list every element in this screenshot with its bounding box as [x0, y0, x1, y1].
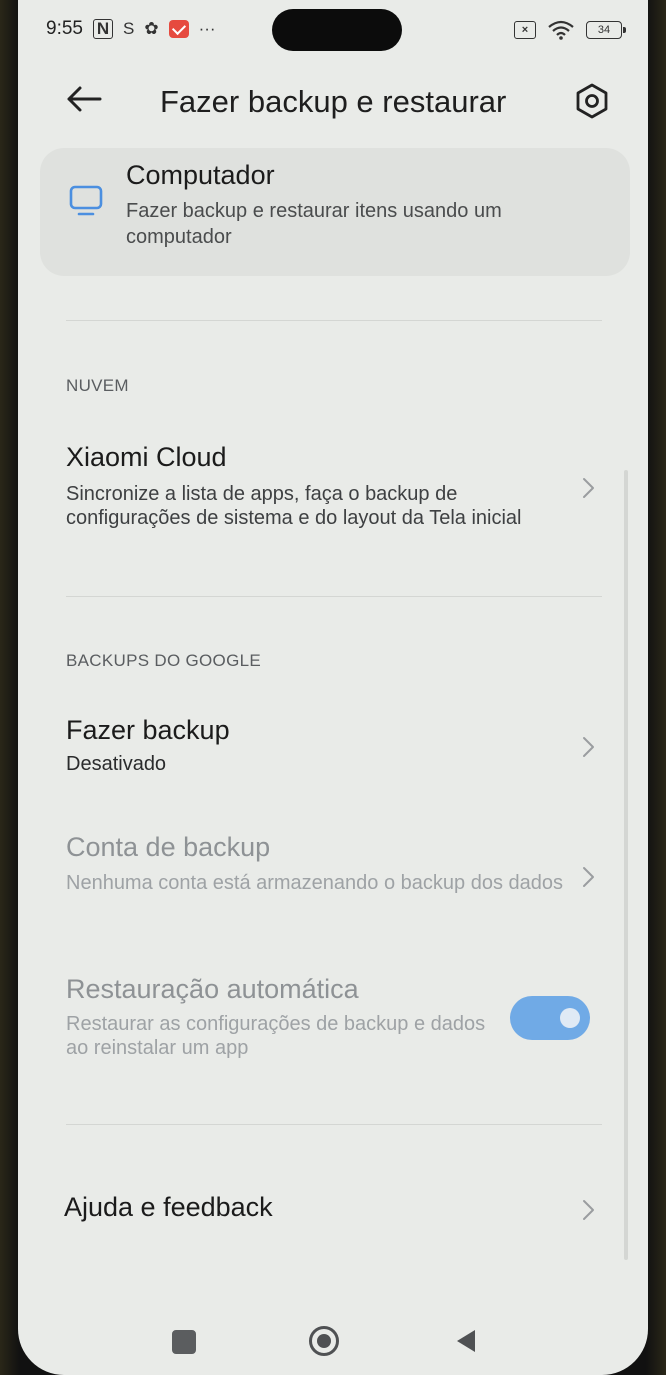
- auto-restore-toggle[interactable]: [510, 996, 590, 1040]
- chevron-right-icon: [583, 867, 594, 887]
- app-header: Fazer backup e restaurar: [18, 70, 648, 136]
- back-arrow-icon[interactable]: [64, 84, 104, 114]
- restauracao-automatica-title: Restauração automática: [66, 974, 359, 1004]
- fazer-backup-title: Fazer backup: [66, 715, 230, 745]
- xiaomi-cloud-title: Xiaomi Cloud: [66, 442, 227, 472]
- s-icon: S: [122, 19, 135, 38]
- chevron-right-icon: [583, 478, 594, 498]
- more-notifications-icon: ···: [198, 19, 216, 38]
- nav-back-triangle-icon[interactable]: [454, 1328, 478, 1354]
- divider: [66, 320, 602, 321]
- battery-icon: 34: [586, 21, 626, 39]
- status-bar-right: × 34: [514, 20, 626, 40]
- toggle-knob: [560, 1008, 580, 1028]
- restauracao-automatica-subtitle: Restaurar as configurações de backup e d…: [66, 1013, 486, 1059]
- camera-cutout: [272, 9, 402, 51]
- home-circle-icon[interactable]: [308, 1325, 340, 1357]
- fazer-backup-status: Desativado: [66, 753, 167, 775]
- sim-icon: ×: [514, 21, 536, 39]
- screen: 9:55 N S ✿ ··· × 34 Fazer backup e resta…: [18, 0, 648, 1375]
- xiaomi-cloud-subtitle: Sincronize a lista de apps, faça o backu…: [66, 483, 522, 529]
- computer-backup-card[interactable]: Computador Fazer backup e restaurar iten…: [40, 148, 630, 276]
- status-time: 9:55: [46, 18, 83, 39]
- conta-backup-subtitle: Nenhuma conta está armazenando o backup …: [66, 872, 564, 894]
- status-bar-left: 9:55 N S ✿ ···: [46, 18, 216, 40]
- section-label-cloud: NUVEM: [66, 376, 129, 395]
- phone-frame: 9:55 N S ✿ ··· × 34 Fazer backup e resta…: [0, 0, 666, 1375]
- page-title: Fazer backup e restaurar: [160, 84, 507, 119]
- chevron-right-icon: [583, 737, 594, 757]
- help-feedback-title: Ajuda e feedback: [64, 1192, 273, 1222]
- divider: [66, 1124, 602, 1125]
- conta-backup-title: Conta de backup: [66, 832, 271, 862]
- divider: [66, 596, 602, 597]
- mail-icon: [168, 20, 189, 38]
- settings-hexagon-icon[interactable]: [574, 83, 610, 119]
- computer-card-title: Computador: [126, 160, 275, 190]
- chevron-right-icon: [583, 1200, 594, 1220]
- recent-apps-icon[interactable]: [172, 1330, 196, 1354]
- monitor-icon: [69, 185, 103, 216]
- computer-card-subtitle: Fazer backup e restaurar itens usando um…: [126, 200, 502, 248]
- section-label-google: BACKUPS DO GOOGLE: [66, 651, 261, 670]
- scrollbar[interactable]: [624, 470, 628, 1260]
- wifi-icon: [548, 20, 574, 40]
- nfc-icon: N: [92, 19, 113, 39]
- gear-icon: ✿: [144, 19, 159, 38]
